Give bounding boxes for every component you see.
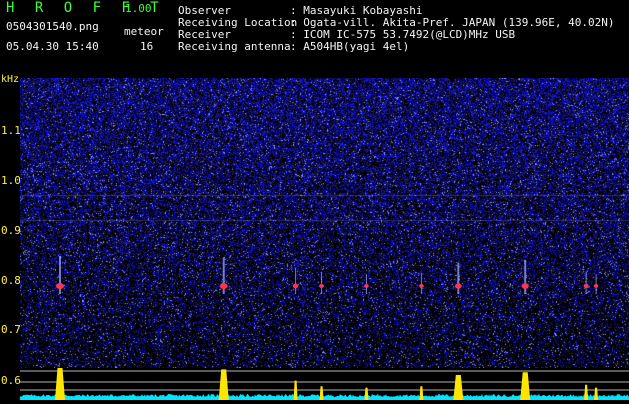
amplitude-spike — [594, 387, 599, 400]
spectrogram-panel[interactable] — [20, 78, 629, 368]
meteor-echo — [55, 256, 64, 294]
meteor-echo — [419, 272, 424, 294]
amplitude-spike — [584, 384, 589, 400]
meteor-echo — [364, 274, 369, 294]
antenna-value: : A504HB(yagi 4el) — [290, 40, 410, 53]
meteor-echo — [292, 267, 299, 294]
observer-value: : Masayuki Kobayashi — [290, 4, 423, 17]
amplitude-spike — [54, 368, 65, 400]
amplitude-graph — [20, 368, 629, 400]
location-key: Receiving Location — [178, 16, 298, 29]
echo-layer — [55, 256, 599, 294]
meteor-echo — [521, 259, 529, 294]
date-time: 05.04.30 15:40 — [6, 40, 99, 53]
y-tick-label: 0.8 — [1, 274, 21, 287]
observer-key: Observer — [178, 4, 231, 17]
y-tick-label: 0.6 — [1, 374, 21, 387]
meteor-echo — [593, 274, 599, 294]
amplitude-spike — [319, 386, 324, 400]
y-tick-label: 0.7 — [1, 323, 21, 336]
amplitude-panel — [20, 368, 629, 400]
amplitude-spike — [293, 380, 298, 400]
meteor-echo — [219, 257, 228, 294]
receiver-value: : ICOM IC-575 53.7492(@LCD)MHz USB — [290, 28, 516, 41]
y-tick-label: 1.0 — [1, 174, 21, 187]
location-value: : Ogata-vill. Akita-Pref. JAPAN (139.96E… — [290, 16, 615, 29]
amplitude-spike — [520, 372, 531, 400]
y-tick-label: 1.1 — [1, 124, 21, 137]
receiver-key: Receiver — [178, 28, 231, 41]
file-name: 0504301540.png — [6, 20, 99, 33]
meteor-echo — [454, 262, 462, 294]
amplitude-spike — [419, 386, 424, 400]
y-axis-unit: kHz — [1, 74, 20, 85]
amplitude-spike — [453, 375, 464, 400]
meteor-echo — [319, 272, 324, 294]
meteor-count: 16 — [140, 40, 154, 53]
amplitude-spike — [364, 387, 369, 400]
app-version: 1.00 — [125, 2, 152, 15]
header: H R O F F T 1.00 0504301540.png meteor 0… — [0, 0, 629, 78]
meteor-echo — [583, 271, 589, 294]
antenna-key: Receiving antenna — [178, 40, 291, 53]
y-tick-label: 0.9 — [1, 224, 21, 237]
amplitude-spike — [218, 369, 229, 400]
noise-baseline — [20, 394, 629, 400]
meteor-label: meteor — [124, 25, 164, 38]
